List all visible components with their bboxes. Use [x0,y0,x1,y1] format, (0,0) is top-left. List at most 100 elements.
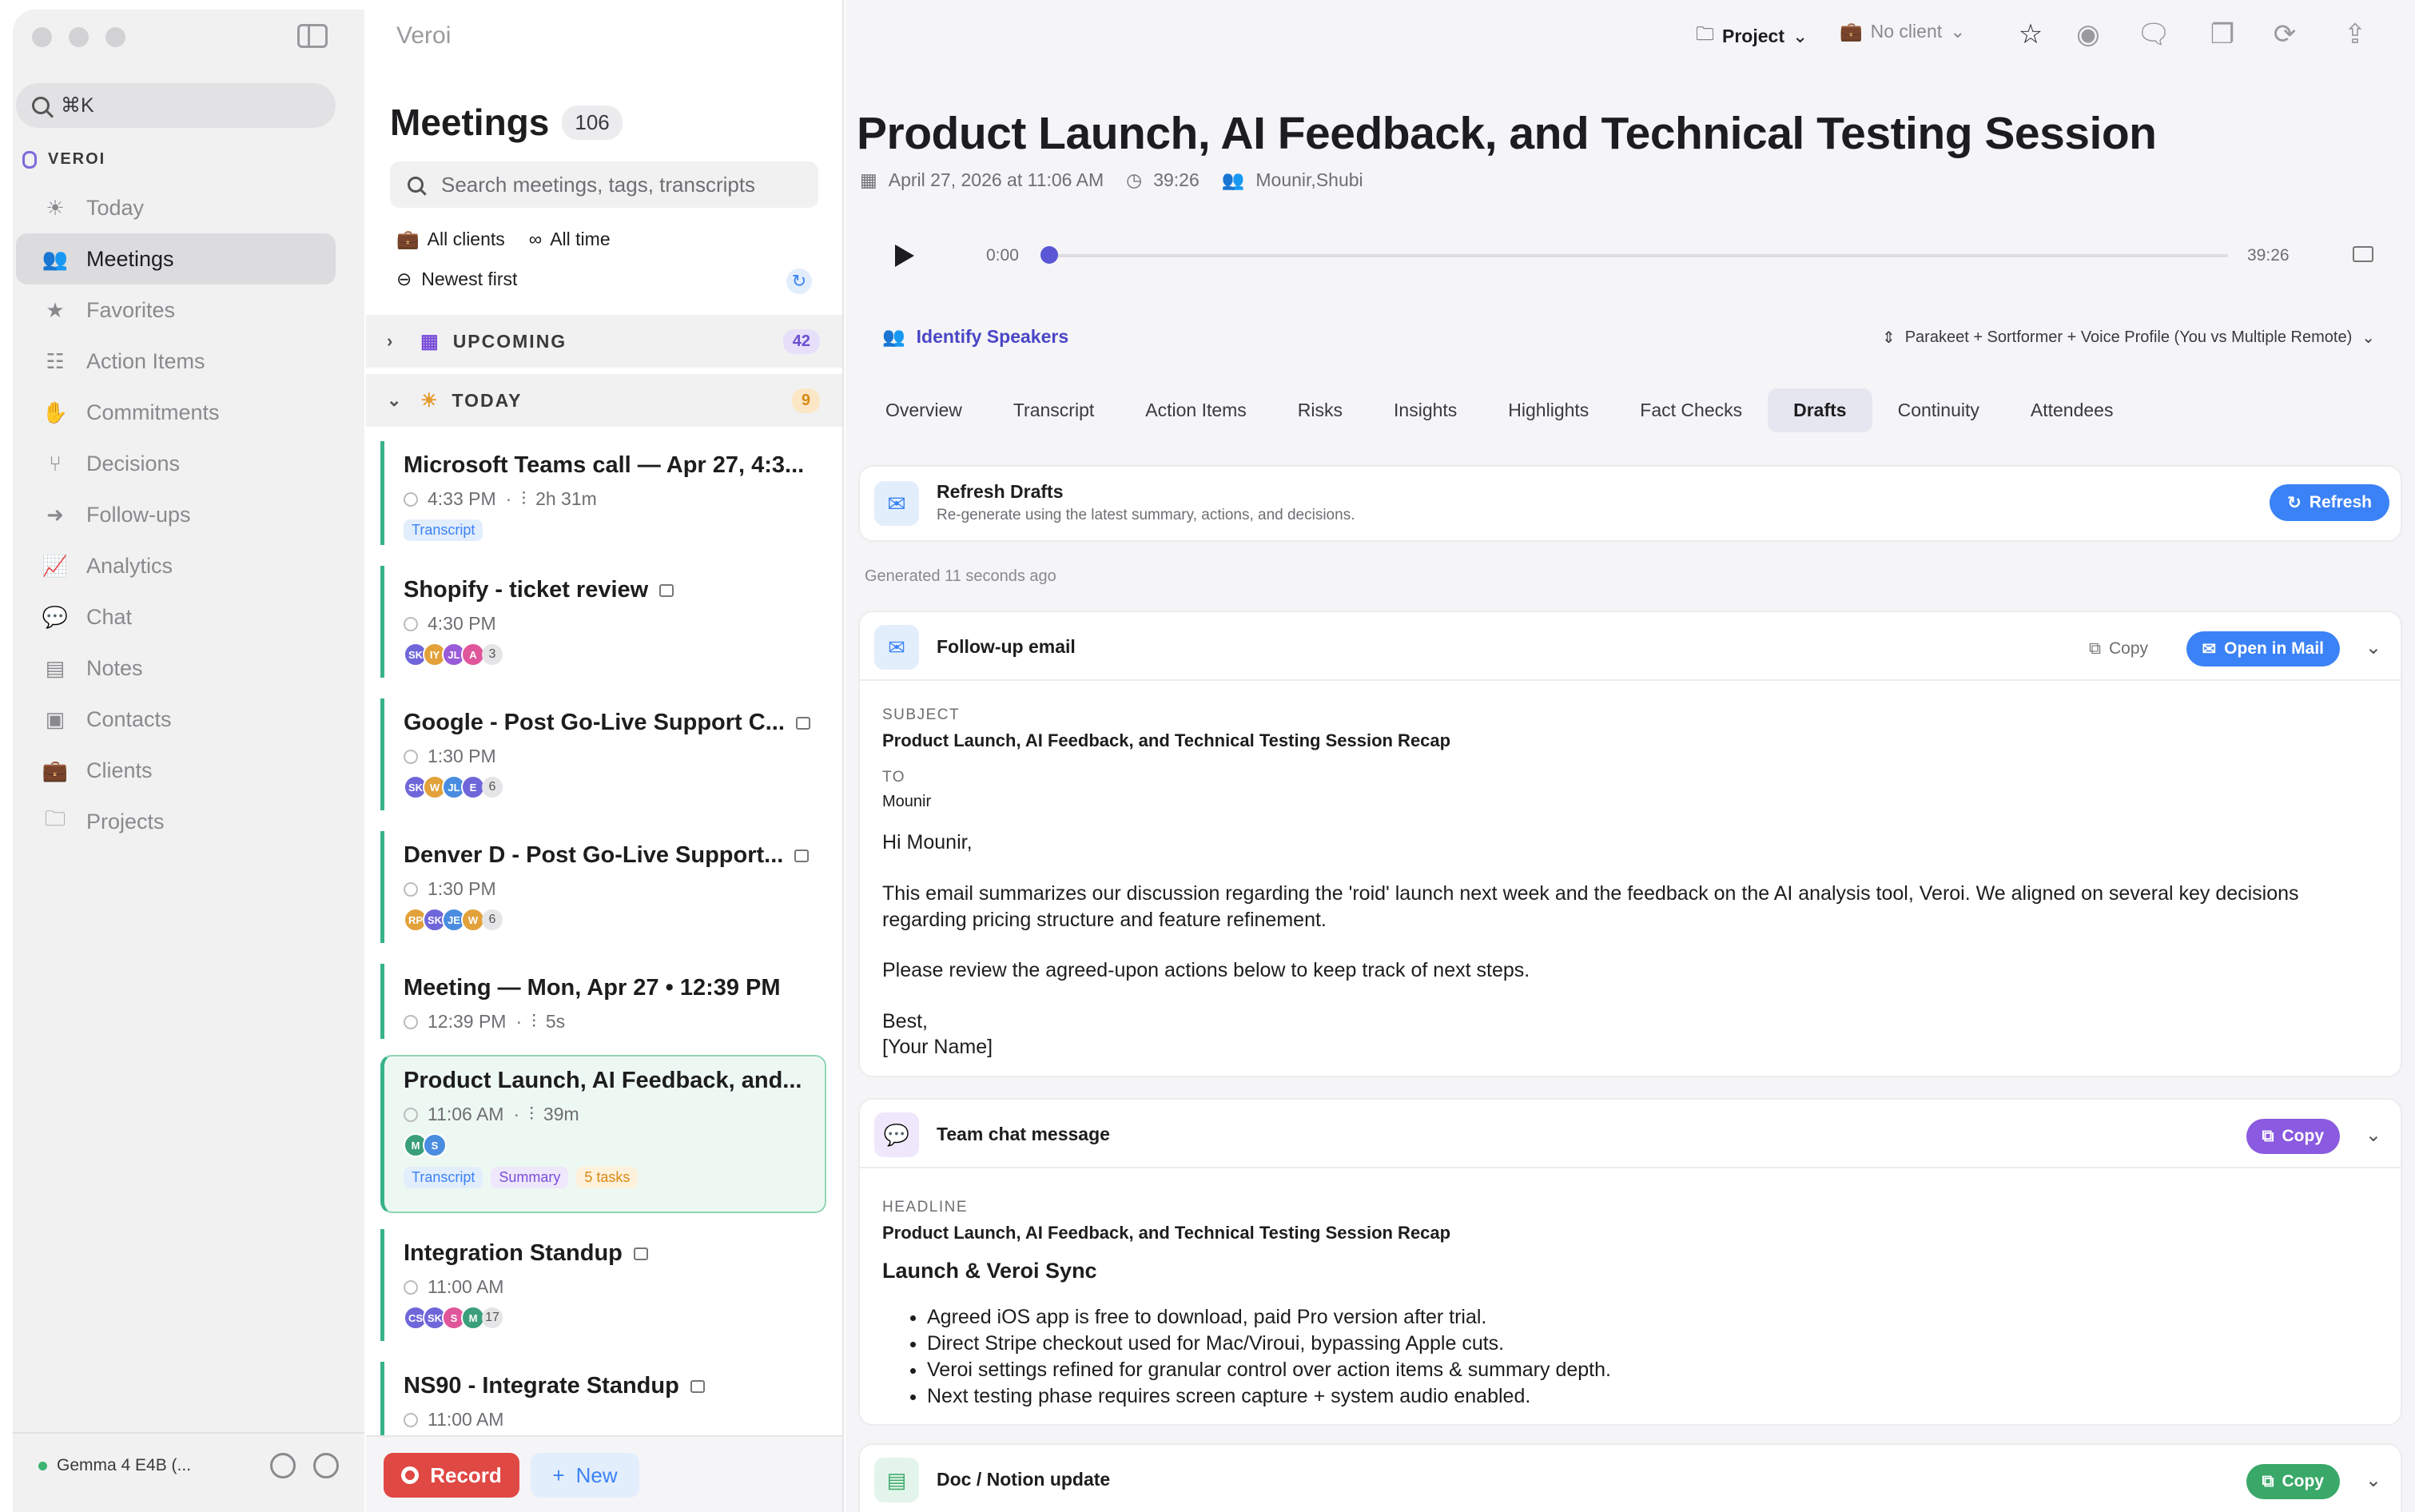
meeting-card[interactable]: Meeting — Mon, Apr 27 • 12:39 PM 12:39 P… [380,964,826,1039]
playback-scrubber[interactable] [1045,254,2228,257]
nav-label: Contacts [86,706,172,731]
refresh-label: Refresh [2309,493,2372,511]
zoom-window-button[interactable] [105,27,125,47]
meeting-card[interactable]: NS90 - Integrate Standup 11:00 AM [380,1362,826,1435]
section-upcoming[interactable]: › ▦ UPCOMING 42 [366,315,842,368]
meeting-card[interactable]: Denver D - Post Go-Live Support... 1:30 … [380,831,826,943]
sidebar-item-decisions[interactable]: ⑂ Decisions [16,438,336,489]
nav-label: Meetings [86,246,174,271]
project-selector[interactable]: 🗀 Project ⌄ [1696,21,1808,52]
sidebar-search[interactable]: ⌘K [16,83,336,128]
time-filter[interactable]: ∞ All time [529,229,611,250]
sort-control[interactable]: ⊖ Newest first [396,269,517,290]
sun-icon: ☀ [46,195,65,220]
tab-attendees[interactable]: Attendees [2005,388,2139,432]
sync-icon[interactable]: ⟳ [2270,19,2300,50]
tab-highlights[interactable]: Highlights [1482,388,1614,432]
refresh-button[interactable]: ↻ Refresh [2270,484,2389,521]
attendee-avatars: RP SK JE W 6 [404,908,826,932]
section-today[interactable]: ⌄ ☀ TODAY 9 [366,374,842,427]
mail-icon: ✉ [2202,639,2217,659]
meeting-card-selected[interactable]: Product Launch, AI Feedback, and... 11:0… [380,1055,826,1213]
sidebar-item-contacts[interactable]: ▣ Contacts [16,694,336,745]
meeting-card[interactable]: Google - Post Go-Live Support C... 1:30 … [380,698,826,810]
meeting-title: NS90 - Integrate Standup [404,1373,811,1399]
summary-tag: Summary [491,1167,569,1188]
new-meeting-button[interactable]: + New [531,1453,639,1498]
date-text: April 27, 2026 at 11:06 AM [888,169,1104,190]
record-toggle-icon[interactable]: ◉ [2073,19,2103,50]
sidebar-item-today[interactable]: ☀ Today [16,182,336,233]
sidebar-item-follow-ups[interactable]: ➜ Follow-ups [16,489,336,540]
meeting-attendees[interactable]: 👥 Mounir,Shubi [1222,169,1363,191]
tab-transcript[interactable]: Transcript [988,388,1120,432]
minimize-window-button[interactable] [69,27,89,47]
status-dot [38,1461,47,1470]
meeting-meta-row: ▦ April 27, 2026 at 11:06 AM ◷ 39:26 👥 Moun… [860,169,1363,191]
refresh-icon[interactable]: ↻ [786,269,812,294]
tab-action-items[interactable]: Action Items [1120,388,1272,432]
folder-icon: 🗀 [1696,23,1714,44]
more-avatars-count: 17 [482,1307,503,1328]
identify-speakers-button[interactable]: 👥 Identify Speakers [882,326,1068,348]
sidebar-item-projects[interactable]: 🗀 Projects [16,796,336,847]
gear-icon[interactable] [313,1453,339,1478]
team-chat-card: 💬 Team chat message ⧉ Copy ⌄ HEADLINE Pro… [858,1098,2402,1426]
record-label: Record [430,1462,502,1487]
transcription-model-select[interactable]: ⇕ Parakeet + Sortformer + Voice Profile (… [1882,328,2375,348]
folder-icon[interactable] [2353,246,2373,262]
open-in-mail-button[interactable]: ✉ Open in Mail [2186,631,2340,666]
calendar-icon [633,1247,648,1260]
chevron-down-icon[interactable]: ⌄ [2365,1124,2381,1147]
sidebar-item-commitments[interactable]: ✋ Commitments [16,387,336,438]
close-window-button[interactable] [32,27,52,47]
meeting-card[interactable]: Shopify - ticket review 4:30 PM SK IY JL… [380,566,826,678]
sidebar-item-chat[interactable]: 💬 Chat [16,591,336,643]
sidebar-item-meetings[interactable]: 👥 Meetings [16,233,336,284]
eject-icon[interactable] [270,1453,296,1478]
window-icon[interactable]: ❐ [2207,19,2238,50]
tab-fact-checks[interactable]: Fact Checks [1614,388,1768,432]
star-icon[interactable]: ☆ [2015,19,2046,50]
transcript-tag: Transcript [404,519,483,541]
client-label: No client [1870,21,1943,42]
window-controls[interactable] [32,27,125,47]
clock-icon [404,1107,418,1122]
to-value: Mounir [882,793,932,810]
client-selector[interactable]: 💼 No client ⌄ [1840,21,1965,42]
meeting-card[interactable]: Integration Standup 11:00 AM CS SK S M 1… [380,1229,826,1341]
record-button[interactable]: Record [384,1453,519,1498]
sidebar-item-favorites[interactable]: ★ Favorites [16,284,336,336]
sidebar-item-action-items[interactable]: ☷ Action Items [16,336,336,387]
tab-drafts[interactable]: Drafts [1768,388,1872,432]
chevron-down-icon[interactable]: ⌄ [2365,1469,2381,1492]
scrubber-handle[interactable] [1040,246,1058,264]
tab-insights[interactable]: Insights [1368,388,1482,432]
share-icon[interactable]: ⇪ [2340,19,2370,50]
meeting-search-input[interactable]: Search meetings, tags, transcripts [390,161,818,208]
tab-risks[interactable]: Risks [1272,388,1368,432]
copy-button[interactable]: ⧉ Copy [2073,631,2164,666]
nav-label: Projects [86,809,165,834]
tab-overview[interactable]: Overview [860,388,988,432]
sidebar-item-notes[interactable]: ▤ Notes [16,643,336,694]
to-label: TO [882,769,906,786]
chevron-down-icon[interactable]: ⌄ [2365,636,2381,659]
sidebar-toggle-icon[interactable] [297,24,328,48]
sidebar-item-analytics[interactable]: 📈 Analytics [16,540,336,591]
copy-button[interactable]: ⧉ Copy [2246,1119,2340,1154]
project-label: Project [1722,26,1784,46]
play-icon[interactable] [895,245,914,267]
nav-label: Today [86,195,145,220]
sidebar-item-clients[interactable]: 💼 Clients [16,745,336,796]
avatar: S [423,1133,447,1157]
chat-icon[interactable]: 🗨 [2136,19,2170,50]
chat-heading: Launch & Veroi Sync [882,1259,1097,1283]
clients-filter[interactable]: 💼 All clients [396,229,505,250]
copy-button[interactable]: ⧉ Copy [2246,1464,2340,1499]
meeting-card[interactable]: Microsoft Teams call — Apr 27, 4:3... 4:… [380,441,826,545]
meeting-title: Google - Post Go-Live Support C... [404,710,811,736]
tab-continuity[interactable]: Continuity [1872,388,2005,432]
model-status[interactable]: Gemma 4 E4B (... [38,1456,191,1475]
meeting-count-badge: 106 [562,105,623,140]
